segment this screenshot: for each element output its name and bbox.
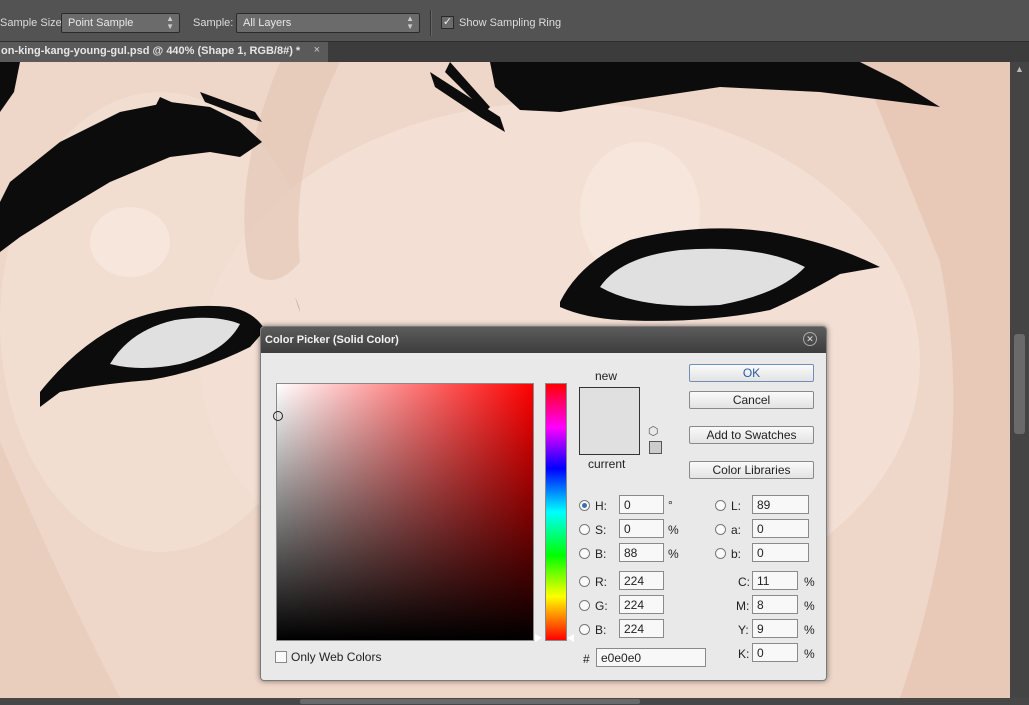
- blue-input[interactable]: 224: [619, 619, 664, 638]
- y-unit: %: [804, 623, 815, 637]
- only-web-colors-checkbox[interactable]: [275, 651, 287, 663]
- current-color-swatch[interactable]: [580, 421, 639, 454]
- ok-button[interactable]: OK: [689, 364, 814, 382]
- vertical-scrollbar[interactable]: ▲: [1010, 62, 1029, 698]
- web-safe-color-icon[interactable]: [649, 441, 662, 454]
- divider: [430, 10, 432, 36]
- c-label: C:: [738, 575, 750, 589]
- l-label: L:: [731, 499, 742, 513]
- color-picker-dialog: Color Picker (Solid Color) ✕ new current…: [260, 326, 827, 681]
- hue-slider[interactable]: [545, 383, 567, 641]
- s-radio[interactable]: [579, 524, 590, 535]
- select-arrows-icon: ▲ ▼: [166, 14, 174, 31]
- select-arrows-icon: ▲ ▼: [406, 14, 414, 31]
- scroll-up-arrow-icon[interactable]: ▲: [1015, 64, 1024, 74]
- sample-select[interactable]: All Layers ▲ ▼: [236, 13, 420, 33]
- k-unit: %: [804, 647, 815, 661]
- l-input[interactable]: 89: [752, 495, 809, 514]
- r-radio[interactable]: [579, 576, 590, 587]
- sample-value: All Layers: [243, 17, 292, 29]
- k-input[interactable]: 0: [752, 643, 798, 662]
- color-libraries-button[interactable]: Color Libraries: [689, 461, 814, 479]
- horizontal-scrollbar-thumb[interactable]: [300, 699, 640, 704]
- r-label: R:: [595, 575, 607, 589]
- close-icon[interactable]: ✕: [803, 332, 817, 346]
- c-input[interactable]: 11: [752, 571, 798, 590]
- y-label: Y:: [738, 623, 749, 637]
- g-label: G:: [595, 599, 608, 613]
- lab-b-input[interactable]: 0: [752, 543, 809, 562]
- dialog-title-bar[interactable]: Color Picker (Solid Color): [261, 327, 826, 353]
- color-swatch: [579, 387, 640, 455]
- c-unit: %: [804, 575, 815, 589]
- h-unit: °: [668, 498, 673, 512]
- show-sampling-ring-label: Show Sampling Ring: [459, 17, 562, 29]
- hex-input[interactable]: e0e0e0: [596, 648, 706, 667]
- sample-label: Sample:: [193, 17, 234, 29]
- options-bar: Sample Size: Point Sample ▲ ▼ Sample: All…: [0, 0, 1029, 42]
- lab-b-radio[interactable]: [715, 548, 726, 559]
- a-input[interactable]: 0: [752, 519, 809, 538]
- h-label: H:: [595, 499, 607, 513]
- m-unit: %: [804, 599, 815, 613]
- checkmark-icon: ✓: [442, 16, 453, 28]
- s-label: S:: [595, 523, 607, 537]
- color-field[interactable]: [273, 383, 534, 641]
- k-label: K:: [738, 647, 750, 661]
- sample-size-select[interactable]: Point Sample ▲ ▼: [61, 13, 180, 33]
- y-input[interactable]: 9: [752, 619, 798, 638]
- blue-radio[interactable]: [579, 624, 590, 635]
- dialog-title: Color Picker (Solid Color): [265, 334, 399, 346]
- current-label: current: [588, 457, 626, 471]
- cancel-button[interactable]: Cancel: [689, 391, 814, 409]
- document-tab[interactable]: on-king-kang-young-gul.psd @ 440% (Shape…: [0, 42, 328, 62]
- show-sampling-ring-checkbox[interactable]: ✓: [441, 16, 454, 29]
- brightness-label: B:: [595, 547, 607, 561]
- close-icon[interactable]: ×: [314, 44, 320, 56]
- hue-slider-handle-right-icon[interactable]: [567, 634, 574, 642]
- a-radio[interactable]: [715, 524, 726, 535]
- sample-size-label: Sample Size:: [0, 17, 65, 29]
- hue-slider-handle-left-icon[interactable]: [535, 634, 542, 642]
- a-label: a:: [731, 523, 742, 537]
- m-input[interactable]: 8: [752, 595, 798, 614]
- brightness-radio[interactable]: [579, 548, 590, 559]
- document-tab-title: on-king-kang-young-gul.psd @ 440% (Shape…: [1, 45, 301, 57]
- scrollbar-thumb[interactable]: [1014, 334, 1025, 434]
- m-label: M:: [736, 599, 750, 613]
- brightness-unit: %: [668, 547, 679, 561]
- lab-b-label: b:: [731, 547, 742, 561]
- s-input[interactable]: 0: [619, 519, 664, 538]
- status-bar: [0, 698, 1029, 705]
- brightness-input[interactable]: 88: [619, 543, 664, 562]
- add-to-swatches-button[interactable]: Add to Swatches: [689, 426, 814, 444]
- document-tab-bar: on-king-kang-young-gul.psd @ 440% (Shape…: [0, 42, 1029, 62]
- g-radio[interactable]: [579, 600, 590, 611]
- h-input[interactable]: 0: [619, 495, 664, 514]
- new-color-swatch: [580, 388, 639, 421]
- s-unit: %: [668, 523, 679, 537]
- only-web-colors-label: Only Web Colors: [291, 650, 382, 664]
- h-radio[interactable]: [579, 500, 590, 511]
- l-radio[interactable]: [715, 500, 726, 511]
- color-field-cursor[interactable]: [273, 411, 283, 421]
- g-input[interactable]: 224: [619, 595, 664, 614]
- sample-size-value: Point Sample: [68, 17, 134, 29]
- hex-label: #: [583, 652, 590, 666]
- r-input[interactable]: 224: [619, 571, 664, 590]
- blue-label: B:: [595, 623, 607, 637]
- new-label: new: [595, 369, 618, 383]
- out-of-gamut-cube-icon[interactable]: ⬡: [648, 424, 658, 438]
